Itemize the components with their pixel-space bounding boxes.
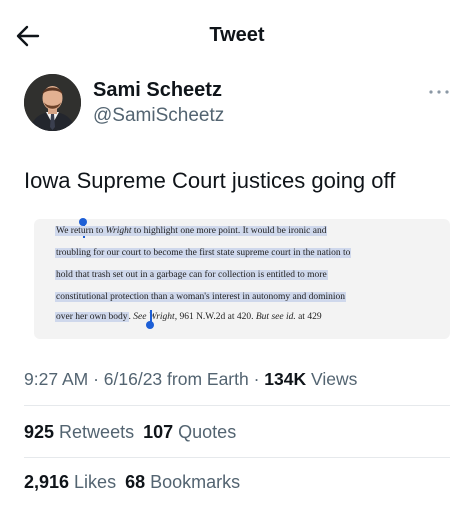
author-handle[interactable]: @SamiScheetz — [93, 105, 224, 127]
stats-row-1: 925 Retweets 107 Quotes — [24, 422, 236, 443]
stats-row-2: 2,916 Likes 68 Bookmarks — [24, 472, 240, 493]
quote-line-4: constitutional protection than a woman's… — [55, 292, 347, 302]
retweets-link[interactable]: 925 Retweets — [24, 422, 134, 442]
tweet-date[interactable]: 6/16/23 — [104, 369, 162, 389]
quote-line-5: over her own body. See Wright, 961 N.W.2… — [55, 312, 322, 322]
tweet-meta: 9:27 AM · 6/16/23 from Earth · 134K View… — [24, 369, 358, 389]
views-count: 134K — [264, 369, 307, 389]
avatar[interactable] — [24, 74, 81, 131]
tweet-text: Iowa Supreme Court justices going off — [24, 168, 396, 193]
selection-start-handle[interactable] — [79, 218, 87, 226]
quote-line-3: hold that trash set out in a garbage can… — [55, 270, 328, 280]
selection-end-handle[interactable] — [146, 321, 154, 329]
likes-link[interactable]: 2,916 Likes — [24, 472, 116, 492]
ellipsis-icon — [429, 90, 449, 94]
tweet-source: from Earth — [162, 369, 249, 389]
profile-photo — [24, 74, 81, 131]
bookmarks-link[interactable]: 68 Bookmarks — [125, 472, 240, 492]
author-name[interactable]: Sami Scheetz — [93, 79, 222, 102]
quote-line-2: troubling for our court to become the fi… — [55, 248, 352, 258]
top-bar: Tweet — [0, 0, 474, 64]
page-title: Tweet — [209, 24, 265, 46]
tweet-time[interactable]: 9:27 AM — [24, 369, 88, 389]
quote-line-1: We return to Wright to highlight one mor… — [55, 226, 328, 236]
divider — [24, 457, 450, 458]
more-options-button[interactable] — [428, 84, 450, 94]
views-label: Views — [306, 369, 358, 389]
divider — [24, 405, 450, 406]
quotes-link[interactable]: 107 Quotes — [143, 422, 236, 442]
